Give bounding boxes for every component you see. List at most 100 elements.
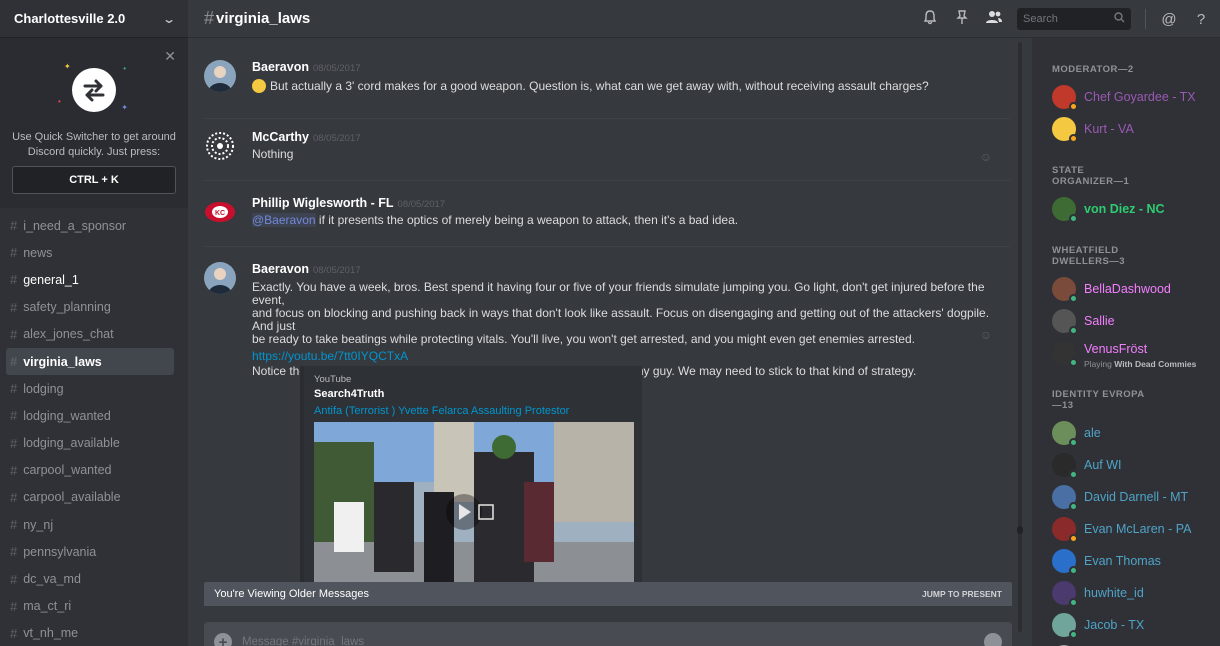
message-author[interactable]: Phillip Wiglesworth - FL xyxy=(252,196,394,210)
scrollbar-thumb[interactable] xyxy=(1017,526,1023,534)
channel-general-1[interactable]: # general_1 xyxy=(6,266,174,293)
channel-name: lodging xyxy=(23,381,64,396)
member-item[interactable]: huwhite_id xyxy=(1052,577,1220,609)
quick-switcher-text: Use Quick Switcher to get around Discord… xyxy=(12,131,176,158)
svg-text:KC: KC xyxy=(215,210,225,217)
jump-to-present-button[interactable]: JUMP TO PRESENT xyxy=(922,589,1002,599)
member-name: Auf WI xyxy=(1084,458,1122,472)
channel-hash-icon: # xyxy=(10,489,18,505)
status-online-icon xyxy=(1069,294,1078,303)
status-idle-icon xyxy=(1069,134,1078,143)
member-item[interactable]: Leo Tolsgoy xyxy=(1052,641,1220,646)
member-item[interactable]: Sallie xyxy=(1052,305,1220,337)
member-item[interactable]: Chef Goyardee - TX xyxy=(1052,81,1220,113)
message-author[interactable]: Baeravon xyxy=(252,262,309,276)
channel-news[interactable]: # news xyxy=(6,239,174,266)
message: Baeravon 08/05/2017 But actually a 3' cor… xyxy=(204,60,1010,110)
status-online-icon xyxy=(1069,470,1078,479)
channel-lodging-wanted[interactable]: # lodging_wanted xyxy=(6,402,174,429)
channel-name: general_1 xyxy=(23,272,79,287)
channel-lodging[interactable]: # lodging xyxy=(6,375,174,402)
channel-name: carpool_wanted xyxy=(23,463,112,478)
message-scrollbar[interactable] xyxy=(1018,42,1022,632)
bell-icon[interactable] xyxy=(921,9,939,29)
emoji-picker-icon[interactable] xyxy=(984,633,1002,646)
message-text-line: and focus on blocking and pushing back i… xyxy=(252,306,990,333)
pin-icon[interactable] xyxy=(953,9,971,29)
channel-hash-icon: # xyxy=(10,625,18,641)
avatar xyxy=(1052,453,1078,479)
avatar[interactable] xyxy=(204,130,236,162)
help-icon[interactable]: ? xyxy=(1192,11,1210,28)
message-link[interactable]: https://youtu.be/7tt0IYQCTxA xyxy=(252,349,408,363)
member-item[interactable]: Kurt - VA xyxy=(1052,113,1220,145)
message-timestamp: 08/05/2017 xyxy=(397,199,446,210)
channel-carpool-available[interactable]: # carpool_available xyxy=(6,484,174,511)
member-item[interactable]: ale xyxy=(1052,417,1220,449)
avatar xyxy=(1052,309,1078,335)
member-item[interactable]: Evan McLaren - PA xyxy=(1052,513,1220,545)
message-author[interactable]: McCarthy xyxy=(252,130,309,144)
upload-plus-icon[interactable]: + xyxy=(214,633,232,646)
embed-author[interactable]: Search4Truth xyxy=(314,388,632,400)
message-input[interactable] xyxy=(242,636,984,646)
link-embed: YouTube Search4Truth Antifa (Terrorist )… xyxy=(300,366,642,606)
add-reaction-icon[interactable]: ☺ xyxy=(980,328,992,342)
message-timestamp: 08/05/2017 xyxy=(312,133,361,144)
status-online-icon xyxy=(1069,598,1078,607)
member-item[interactable]: David Darnell - MT xyxy=(1052,481,1220,513)
server-name: Charlottesville 2.0 xyxy=(14,11,126,26)
channel-ny-nj[interactable]: # ny_nj xyxy=(6,511,174,538)
quick-switcher-icon: ✦ • ✦ • xyxy=(58,62,128,112)
channel-hash-icon: # xyxy=(10,354,18,370)
member-item[interactable]: Auf WI xyxy=(1052,449,1220,481)
member-name: Sallie xyxy=(1084,314,1115,328)
quick-switcher-tip: ✕ ✦ • ✦ • Use Quick Switcher to get arou… xyxy=(0,38,188,208)
channel-pennsylvania[interactable]: # pennsylvania xyxy=(6,538,174,565)
message-author[interactable]: Baeravon xyxy=(252,60,309,74)
message: Baeravon 08/05/2017 Exactly. You have a w… xyxy=(204,262,1010,606)
quick-switcher-shortcut[interactable]: CTRL + K xyxy=(12,166,176,194)
embed-title[interactable]: Antifa (Terrorist ) Yvette Felarca Assau… xyxy=(314,405,632,417)
member-name: von Diez - NC xyxy=(1084,202,1165,216)
search-input[interactable]: Search xyxy=(1017,8,1131,30)
channel-carpool-wanted[interactable]: # carpool_wanted xyxy=(6,457,174,484)
channel-vt-nh-me[interactable]: # vt_nh_me xyxy=(6,620,174,646)
channel-dc-va-md[interactable]: # dc_va_md xyxy=(6,565,174,592)
channel-name: pennsylvania xyxy=(23,544,97,559)
server-header[interactable]: Charlottesville 2.0 ⌄ xyxy=(0,0,188,38)
member-item[interactable]: Jacob - TX xyxy=(1052,609,1220,641)
mention-icon[interactable]: @ xyxy=(1160,11,1178,28)
message-timestamp: 08/05/2017 xyxy=(312,265,361,276)
channel-hash-icon: # xyxy=(10,462,18,478)
avatar xyxy=(1052,341,1078,367)
avatar[interactable]: KC xyxy=(204,196,236,228)
channel-lodging-available[interactable]: # lodging_available xyxy=(6,430,174,457)
channel-i-need-a-sponsor[interactable]: # i_need_a_sponsor xyxy=(6,212,174,239)
member-item[interactable]: Evan Thomas xyxy=(1052,545,1220,577)
channel-ma-ct-ri[interactable]: # ma_ct_ri xyxy=(6,593,174,620)
status-online-icon xyxy=(1069,358,1078,367)
channel-hash-icon: # xyxy=(10,544,18,560)
user-mention[interactable]: @Baeravon xyxy=(252,213,316,227)
member-name: Evan McLaren - PA xyxy=(1084,522,1192,536)
status-online-icon xyxy=(1069,438,1078,447)
video-thumbnail[interactable] xyxy=(314,422,634,602)
avatar[interactable] xyxy=(204,60,236,92)
avatar[interactable] xyxy=(204,262,236,294)
channel-virginia-laws[interactable]: # virginia_laws xyxy=(6,347,174,376)
status-idle-icon xyxy=(1069,534,1078,543)
members-icon[interactable] xyxy=(985,9,1003,29)
member-item[interactable]: von Diez - NC xyxy=(1052,193,1220,225)
channel-alex-jones-chat[interactable]: # alex_jones_chat xyxy=(6,321,174,348)
channel-safety-planning[interactable]: # safety_planning xyxy=(6,294,174,321)
member-item[interactable]: VenusFröst Playing With Dead Commies xyxy=(1052,337,1220,369)
message-divider xyxy=(204,246,1010,247)
member-item[interactable]: BellaDashwood xyxy=(1052,273,1220,305)
close-icon[interactable]: ✕ xyxy=(164,48,176,65)
status-online-icon xyxy=(1069,502,1078,511)
member-name: Kurt - VA xyxy=(1084,122,1134,136)
member-name: BellaDashwood xyxy=(1084,282,1171,296)
chevron-down-icon[interactable]: ⌄ xyxy=(162,12,176,26)
add-reaction-icon[interactable]: ☺ xyxy=(980,150,992,164)
